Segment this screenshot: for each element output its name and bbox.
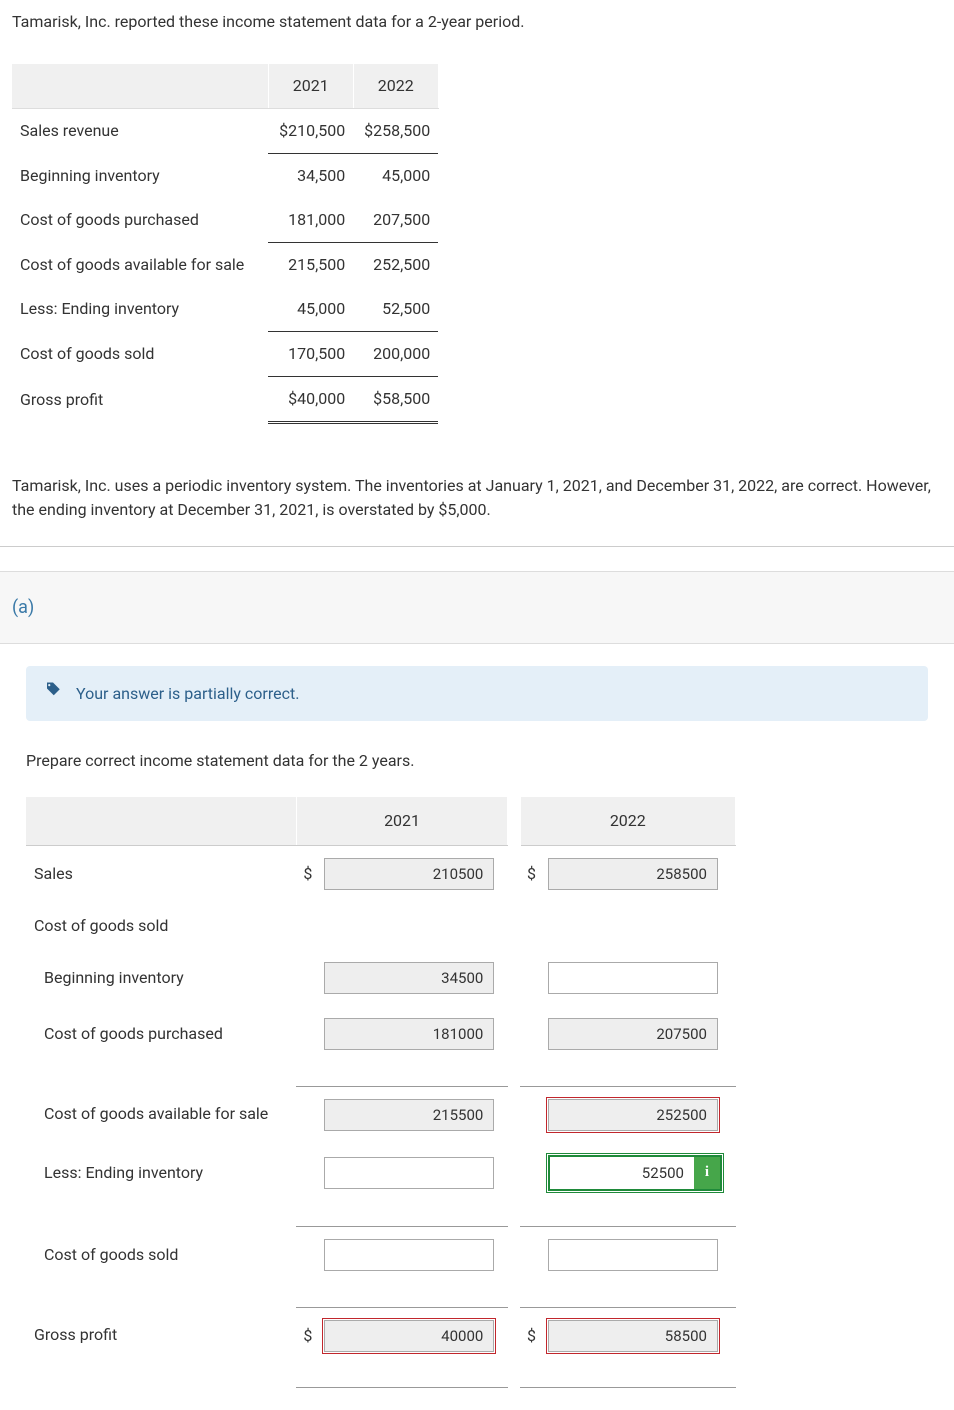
row-label: Cost of goods sold	[12, 332, 268, 377]
beginv-2021-input[interactable]	[324, 962, 494, 994]
row-label-cogs: Cost of goods sold	[26, 1227, 296, 1284]
endinv-2022-input[interactable]	[550, 1157, 694, 1189]
tag-icon	[44, 680, 62, 707]
cogs-2021-input[interactable]	[324, 1239, 494, 1271]
row-label-beginv: Beginning inventory	[26, 950, 296, 1006]
beginv-2022-input[interactable]	[548, 962, 718, 994]
row-label-gp: Gross profit	[26, 1307, 296, 1364]
cogafs-2021-input[interactable]	[324, 1099, 494, 1131]
instruction-text: Prepare correct income statement data fo…	[26, 749, 928, 773]
row-label: Cost of goods available for sale	[12, 243, 268, 288]
cogp-2021-input[interactable]	[324, 1018, 494, 1050]
gp-2022-input[interactable]	[548, 1320, 718, 1352]
sales-2022-input[interactable]	[548, 858, 718, 890]
row-label-endinv: Less: Ending inventory	[26, 1143, 296, 1203]
feedback-text: Your answer is partially correct.	[76, 682, 299, 706]
feedback-banner: Your answer is partially correct.	[26, 666, 928, 721]
problem-text: Tamarisk, Inc. uses a periodic inventory…	[0, 464, 954, 546]
col-header-2022: 2022	[353, 64, 438, 109]
income-statement-table: 2021 2022 Sales revenue $210,500 $258,50…	[12, 64, 439, 424]
part-label: (a)	[0, 571, 954, 644]
row-label: Sales revenue	[12, 109, 268, 154]
row-label: Less: Ending inventory	[12, 287, 268, 332]
intro-text: Tamarisk, Inc. reported these income sta…	[0, 0, 954, 44]
endinv-2021-input[interactable]	[324, 1157, 494, 1189]
row-label-cogs-heading: Cost of goods sold	[26, 902, 296, 950]
sales-2021-input[interactable]	[324, 858, 494, 890]
row-label-cogafs: Cost of goods available for sale	[26, 1086, 296, 1143]
cogafs-2022-input[interactable]	[548, 1099, 718, 1131]
row-label: Cost of goods purchased	[12, 198, 268, 243]
answer-table: 2021 2022 Sales $ $ Cost of goods sold B…	[26, 797, 736, 1388]
endinv-2022-info-wrap: i	[548, 1155, 722, 1191]
col-header-2021: 2021	[296, 797, 507, 846]
cogp-2022-input[interactable]	[548, 1018, 718, 1050]
col-header-2021: 2021	[268, 64, 353, 109]
gp-2021-input[interactable]	[324, 1320, 494, 1352]
cogs-2022-input[interactable]	[548, 1239, 718, 1271]
row-label-cogp: Cost of goods purchased	[26, 1006, 296, 1062]
row-label: Beginning inventory	[12, 154, 268, 199]
info-icon[interactable]: i	[694, 1157, 720, 1189]
col-header-2022: 2022	[520, 797, 735, 846]
row-label-sales: Sales	[26, 846, 296, 903]
row-label: Gross profit	[12, 377, 268, 423]
